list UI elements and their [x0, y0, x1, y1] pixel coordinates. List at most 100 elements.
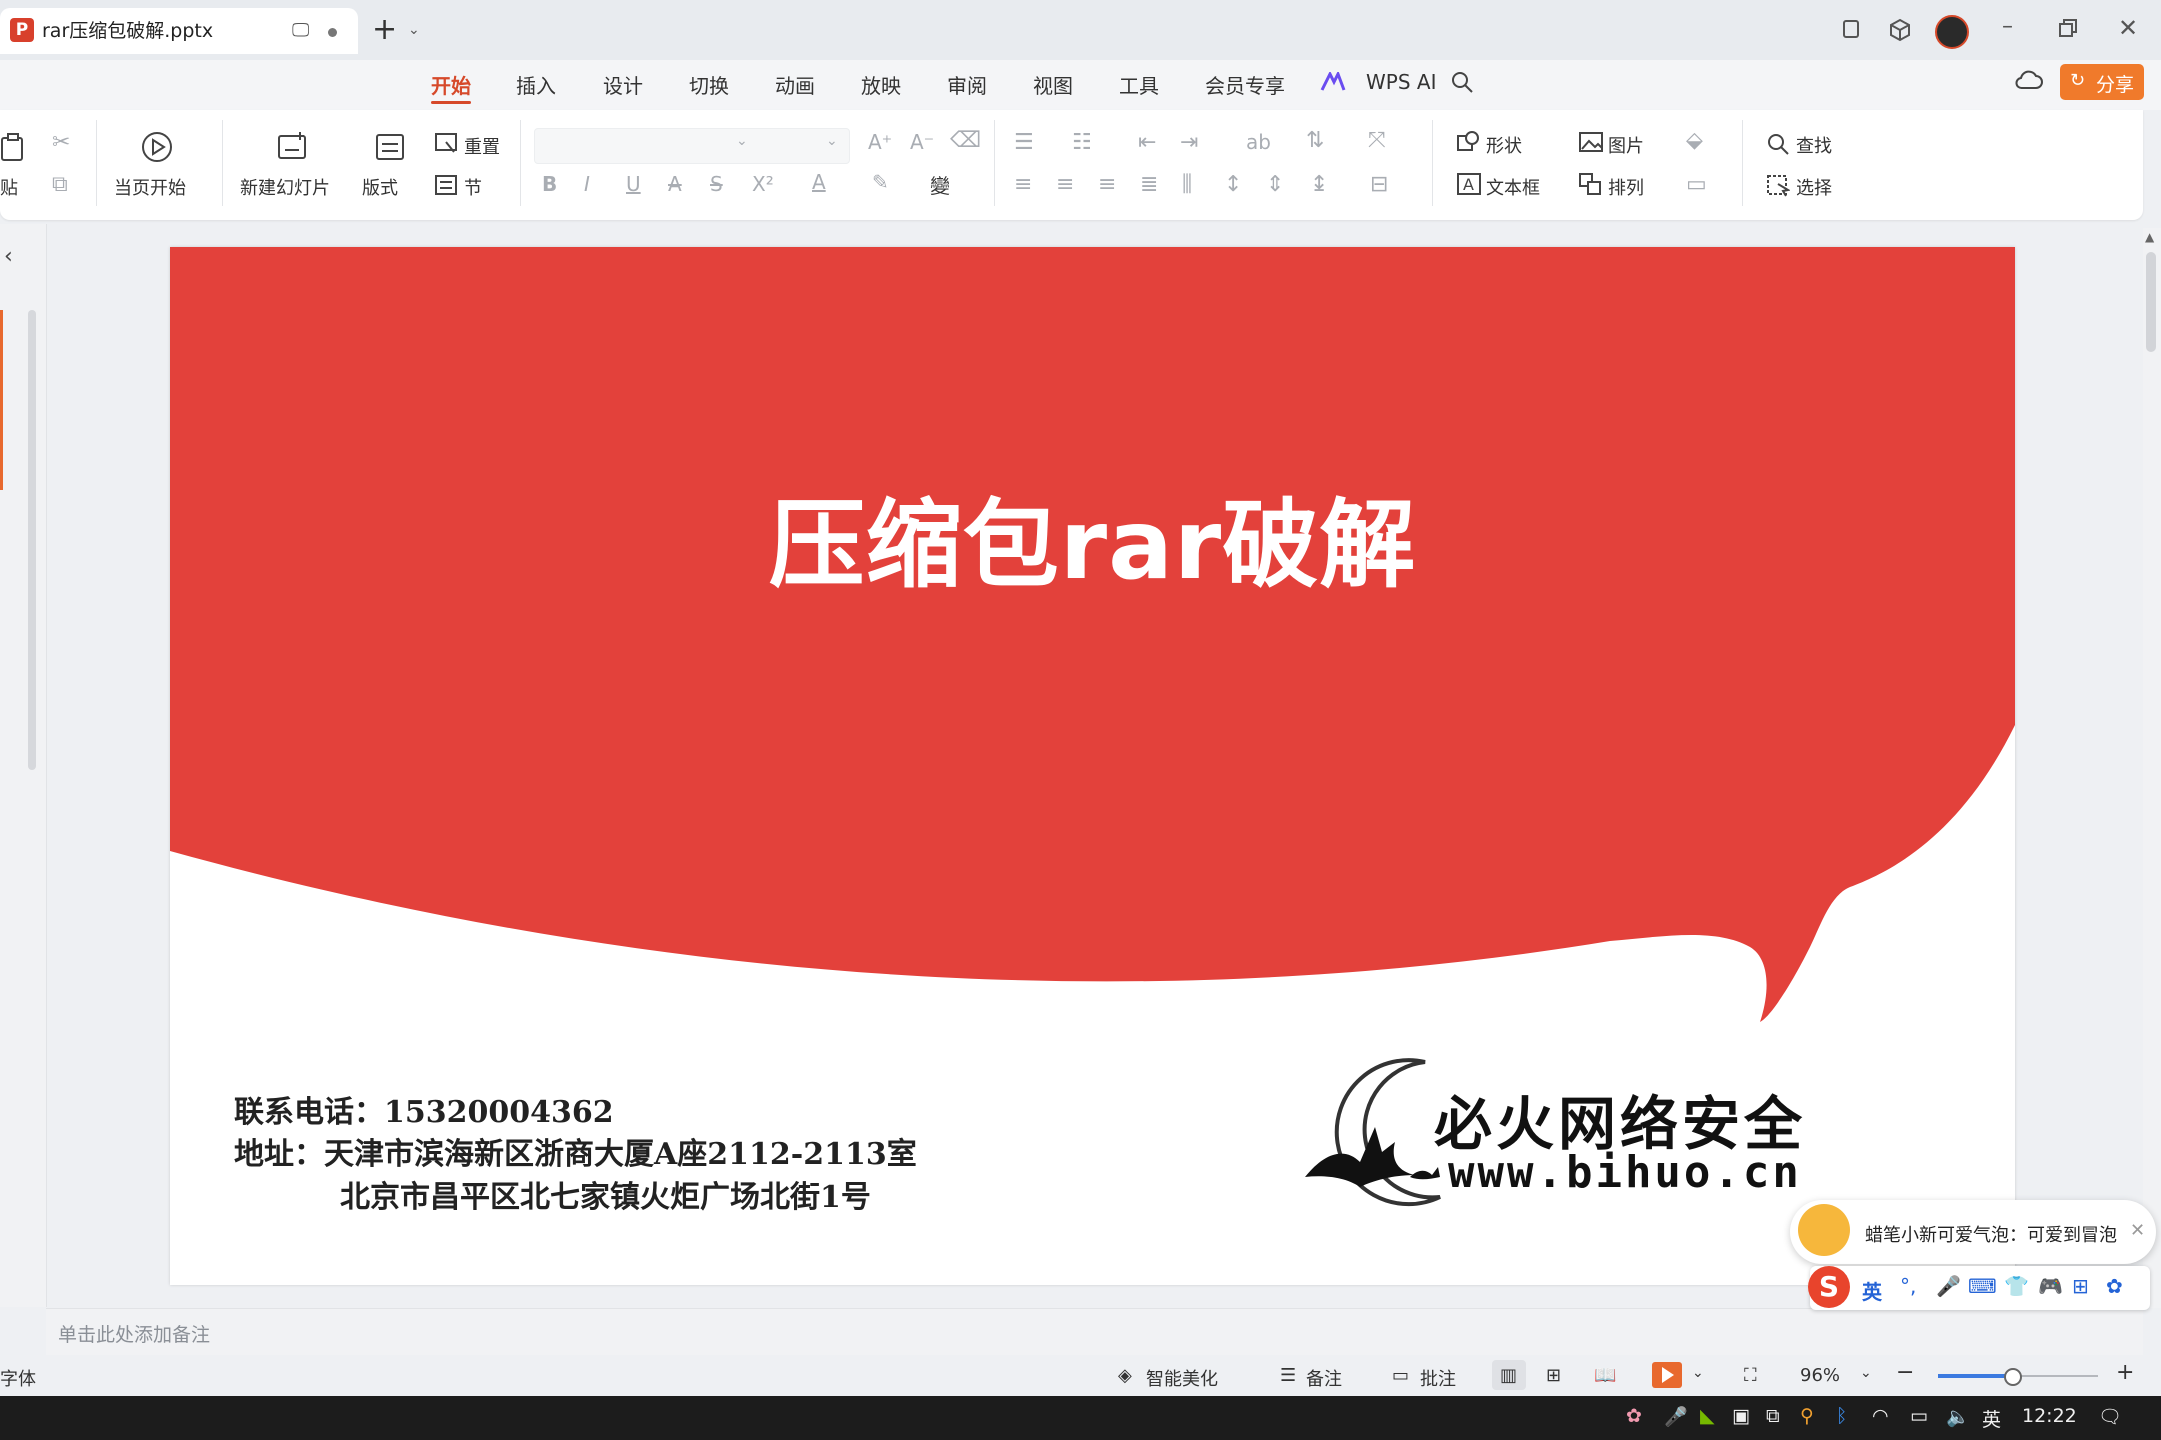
window-layout-icon[interactable]	[1840, 18, 1862, 40]
cube-icon[interactable]	[1888, 18, 1912, 42]
toolbox-icon[interactable]: ⊞	[2072, 1274, 2089, 1298]
nvidia-tray-icon[interactable]: ◣	[1700, 1405, 1715, 1427]
font-shrink-icon[interactable]: A⁻	[910, 130, 934, 154]
pane-scrollbar[interactable]	[28, 310, 36, 770]
scrollbar-thumb[interactable]	[2146, 252, 2156, 352]
play-from-current-icon[interactable]	[140, 130, 174, 164]
menu-tab-member[interactable]: 会员专享	[1205, 70, 1285, 99]
menu-tab-slideshow[interactable]: 放映	[861, 70, 901, 99]
font-color-icon[interactable]: A	[812, 170, 826, 194]
fit-window-icon[interactable]: ⛶	[1744, 1365, 1757, 1386]
notes-panel[interactable]	[46, 1308, 2143, 1355]
new-slide-button[interactable]: 新建幻灯片	[240, 174, 330, 200]
tab-dropdown-chevron-icon[interactable]: ⌄	[408, 22, 420, 38]
notes-icon[interactable]: ☰	[1280, 1365, 1296, 1386]
reset-button[interactable]: 重置	[464, 133, 500, 159]
menu-tab-animation[interactable]: 动画	[775, 70, 815, 99]
comment-icon[interactable]: ▭	[1392, 1365, 1409, 1386]
zoom-level[interactable]: 96%	[1800, 1365, 1840, 1386]
font-grow-icon[interactable]: A⁺	[868, 130, 892, 154]
contact-phone[interactable]: 联系电话：15320004362	[234, 1087, 614, 1131]
restore-icon[interactable]	[2058, 18, 2078, 38]
layout-button[interactable]: 版式	[362, 174, 398, 200]
paste-button[interactable]: 贴	[0, 174, 18, 200]
reset-icon[interactable]	[434, 132, 458, 154]
battery-icon[interactable]: ▭	[1910, 1405, 1928, 1427]
arrange-button[interactable]: 排列	[1608, 174, 1644, 200]
arrange-icon[interactable]	[1578, 172, 1604, 196]
font-family-select[interactable]	[534, 128, 850, 164]
fill-icon[interactable]: ⬙	[1686, 128, 1703, 153]
picture-button[interactable]: 图片	[1608, 132, 1644, 158]
notification-center-icon[interactable]: 🗨	[2098, 1405, 2122, 1428]
menu-tab-transition[interactable]: 切换	[689, 70, 729, 99]
new-tab-button[interactable]: +	[372, 12, 397, 47]
increase-indent-icon[interactable]: ⇥	[1180, 130, 1198, 155]
user-avatar[interactable]	[1935, 15, 1969, 49]
find-button[interactable]: 查找	[1796, 132, 1832, 158]
phonetic-icon[interactable]: 變	[930, 170, 950, 199]
justify-icon[interactable]: ≣	[1140, 172, 1158, 197]
menu-tab-review[interactable]: 审阅	[947, 70, 987, 99]
align-left-icon[interactable]: ≡	[1014, 172, 1032, 197]
comment-button[interactable]: 批注	[1420, 1365, 1456, 1391]
underline-icon[interactable]: U	[626, 172, 641, 196]
monitor-icon[interactable]: 🖵	[292, 20, 309, 41]
vertical-align-icon[interactable]: ⊟	[1370, 172, 1388, 197]
keyboard-icon[interactable]: ⌨	[1968, 1274, 1997, 1298]
microphone-icon[interactable]: 🎤	[1936, 1274, 1961, 1298]
ime-language-toggle[interactable]: 英	[1862, 1276, 1882, 1305]
game-icon[interactable]: 🎮	[2038, 1274, 2063, 1298]
input-language-indicator[interactable]: 英	[1982, 1405, 2001, 1432]
shape-button[interactable]: 形状	[1486, 132, 1522, 158]
shadow-icon[interactable]: S	[710, 172, 723, 196]
slide-sorter-icon[interactable]: ⊞	[1546, 1365, 1561, 1386]
textbox-icon[interactable]: A	[1456, 172, 1482, 196]
spacing-options-icon[interactable]: ↨	[1310, 172, 1328, 197]
sogou-logo-icon[interactable]: S	[1808, 1266, 1850, 1308]
bullet-list-icon[interactable]: ☰	[1014, 130, 1034, 155]
menu-tab-insert[interactable]: 插入	[516, 70, 556, 99]
paragraph-spacing-icon[interactable]: ⇕	[1266, 172, 1284, 197]
decrease-indent-icon[interactable]: ⇤	[1138, 130, 1156, 155]
strikethrough-icon[interactable]: A	[668, 172, 682, 196]
outline-icon[interactable]: ▭	[1686, 172, 1707, 197]
menu-tab-design[interactable]: 设计	[603, 70, 643, 99]
window-tray-icon[interactable]: ⧉	[1766, 1405, 1780, 1427]
numbered-list-icon[interactable]: ☷	[1072, 130, 1092, 155]
select-button[interactable]: 选择	[1796, 174, 1832, 200]
minimize-icon[interactable]: –	[2002, 14, 2013, 39]
scroll-up-icon[interactable]: ▲	[2145, 230, 2154, 244]
text-fit-icon[interactable]: ⤧	[1368, 128, 1386, 153]
bold-icon[interactable]: B	[542, 172, 557, 196]
zoom-in-icon[interactable]: +	[2116, 1360, 2134, 1385]
ime-settings-icon[interactable]: ✿	[2106, 1274, 2123, 1298]
zoom-out-icon[interactable]: −	[1896, 1360, 1914, 1385]
cloud-sync-icon[interactable]	[2014, 70, 2044, 92]
align-center-icon[interactable]: ≡	[1056, 172, 1074, 197]
line-spacing-icon[interactable]: ↕	[1224, 172, 1242, 197]
search-tray-icon[interactable]: ⚲	[1800, 1405, 1814, 1427]
menu-tab-view[interactable]: 视图	[1033, 70, 1073, 99]
layout-icon[interactable]	[374, 132, 406, 162]
textbox-button[interactable]: 文本框	[1486, 174, 1540, 200]
close-window-icon[interactable]: ✕	[2118, 14, 2138, 42]
volume-icon[interactable]: 🔈	[1946, 1405, 1970, 1428]
slide-canvas[interactable]: 压缩包rar破解 联系电话：15320004362 地址：天津市滨海新区浙商大厦…	[170, 247, 2015, 1285]
italic-icon[interactable]: I	[584, 172, 590, 196]
menu-tab-tools[interactable]: 工具	[1119, 70, 1159, 99]
smart-beautify-button[interactable]: 智能美化	[1146, 1365, 1218, 1391]
section-button[interactable]: 节	[464, 174, 482, 200]
flower-tray-icon[interactable]: ✿	[1626, 1405, 1642, 1427]
search-icon[interactable]	[1450, 70, 1474, 94]
distribute-icon[interactable]: ⫼	[1182, 172, 1192, 197]
text-direction-icon[interactable]: ab	[1246, 130, 1271, 154]
chevron-down-icon[interactable]: ⌄	[736, 133, 748, 149]
ime-punctuation-icon[interactable]: °,	[1900, 1274, 1916, 1298]
display-tray-icon[interactable]: ▣	[1732, 1405, 1750, 1427]
bluetooth-icon[interactable]: ᛒ	[1836, 1405, 1847, 1427]
beautify-icon[interactable]: ◈	[1118, 1365, 1132, 1386]
collapse-pane-icon[interactable]: ‹	[4, 244, 13, 269]
wifi-icon[interactable]: ◠	[1872, 1405, 1889, 1427]
brand-url[interactable]: www.bihuo.cn	[1448, 1147, 1802, 1198]
